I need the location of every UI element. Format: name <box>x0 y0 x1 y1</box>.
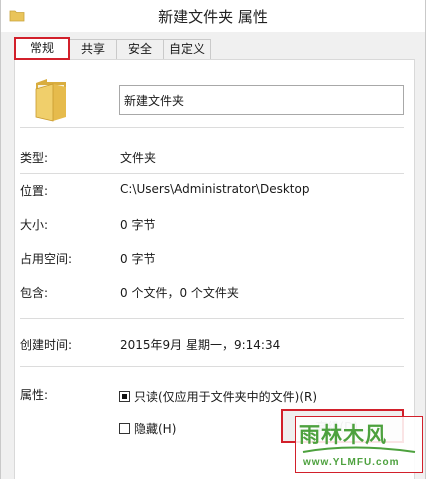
title-bar: 新建文件夹 属性 <box>1 0 425 32</box>
contains-label: 包含: <box>20 286 49 300</box>
properties-dialog: 新建文件夹 属性 常规 共享 安全 自定义 类型: 文件夹 位置: C:\Use… <box>0 0 426 479</box>
size-on-disk-value: 0 字节 <box>120 252 156 266</box>
tab-sharing[interactable]: 共享 <box>69 39 117 59</box>
created-value: 2015年9月 星期一，9:14:34 <box>120 338 281 352</box>
separator <box>20 366 404 367</box>
tab-customize[interactable]: 自定义 <box>163 39 211 59</box>
hidden-checkbox[interactable] <box>119 423 130 434</box>
window-title: 新建文件夹 属性 <box>158 7 268 26</box>
watermark-logo: 雨林木风 www.YLMFU.com <box>295 416 423 473</box>
size-on-disk-label: 占用空间: <box>20 252 73 266</box>
folder-icon <box>35 79 66 122</box>
tab-security[interactable]: 安全 <box>116 39 164 59</box>
separator <box>20 173 404 174</box>
size-label: 大小: <box>20 218 49 232</box>
readonly-checkbox-row[interactable]: 只读(仅应用于文件夹中的文件)(R) <box>119 388 317 405</box>
location-value: C:\Users\Administrator\Desktop <box>120 182 310 196</box>
hidden-label: 隐藏(H) <box>134 422 177 436</box>
attributes-label: 属性: <box>20 388 49 402</box>
watermark-url: www.YLMFU.com <box>303 457 400 468</box>
location-label: 位置: <box>20 184 49 198</box>
watermark-title: 雨林木风 <box>299 422 387 447</box>
separator <box>20 127 404 128</box>
size-value: 0 字节 <box>120 218 156 232</box>
created-label: 创建时间: <box>20 338 73 352</box>
tab-general[interactable]: 常规 <box>14 37 70 60</box>
contains-value: 0 个文件，0 个文件夹 <box>120 286 239 300</box>
hidden-checkbox-row[interactable]: 隐藏(H) <box>119 420 176 437</box>
separator <box>20 318 404 319</box>
folder-name-input[interactable] <box>119 85 404 115</box>
type-label: 类型: <box>20 151 49 165</box>
readonly-label: 只读(仅应用于文件夹中的文件)(R) <box>134 390 318 404</box>
folder-icon <box>9 10 25 22</box>
readonly-checkbox[interactable] <box>119 391 130 402</box>
type-value: 文件夹 <box>120 151 157 165</box>
